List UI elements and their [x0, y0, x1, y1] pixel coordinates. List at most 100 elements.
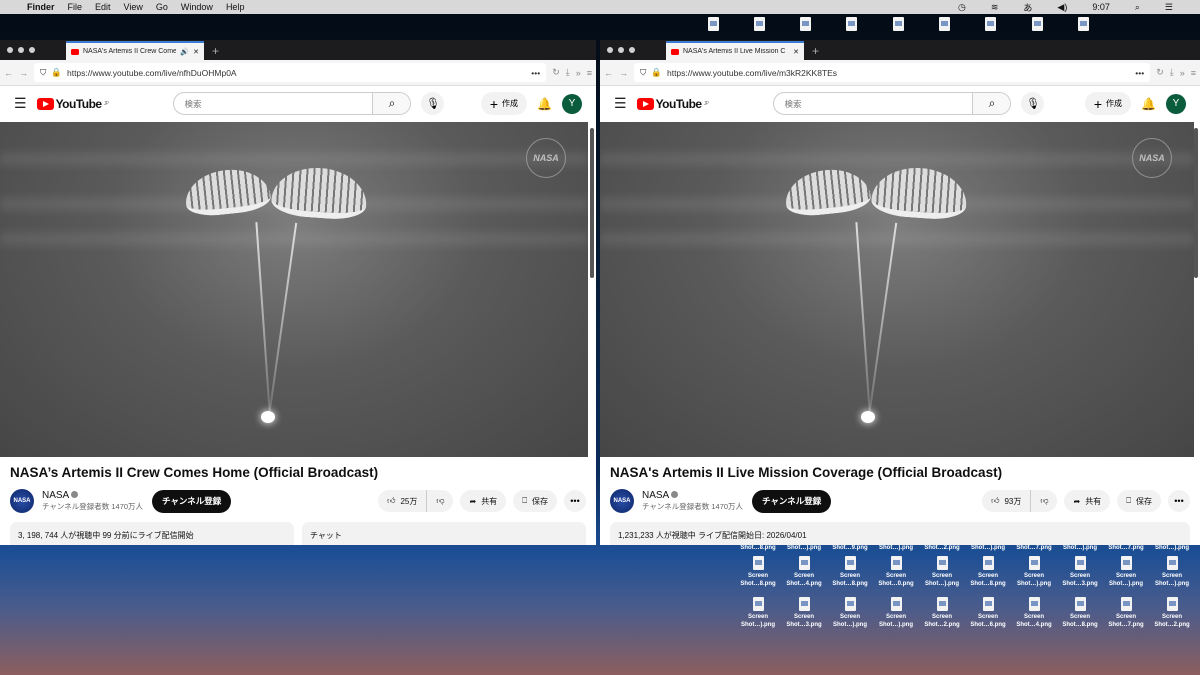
desktop-file-icon[interactable]: [1017, 17, 1057, 33]
desktop-file-icon[interactable]: Screen Shot…7.png: [1106, 597, 1146, 629]
chat-panel[interactable]: チャット: [302, 522, 586, 545]
desktop-file-icon[interactable]: [925, 17, 965, 33]
dislike-button[interactable]: 👎︎: [1031, 490, 1058, 512]
notifications-icon[interactable]: 🔔: [537, 97, 552, 111]
desktop-file-icon[interactable]: [786, 17, 826, 33]
share-button[interactable]: ➦ 共有: [460, 490, 507, 512]
page-actions-icon[interactable]: •••: [1135, 68, 1144, 78]
page-actions-icon[interactable]: •••: [531, 68, 540, 78]
search-input[interactable]: 検索: [774, 98, 972, 110]
voice-search-icon[interactable]: 🎙: [421, 92, 445, 115]
hamburger-menu-icon[interactable]: ☰: [614, 95, 627, 112]
shield-icon[interactable]: ⛉: [40, 67, 46, 78]
youtube-logo[interactable]: YouTube JP: [36, 97, 109, 111]
subscribe-button[interactable]: チャンネル登録: [152, 489, 232, 513]
desktop-file-icon[interactable]: Screen Shot…6.png: [968, 597, 1008, 629]
desktop-file-icon[interactable]: Screen Shot…2.png: [1152, 597, 1192, 629]
forward-icon[interactable]: →: [19, 68, 28, 78]
desktop-file-icon[interactable]: [1063, 17, 1103, 33]
create-button[interactable]: + 作成: [480, 92, 528, 115]
menu-go[interactable]: Go: [156, 2, 168, 12]
forward-icon[interactable]: →: [619, 68, 628, 78]
tab-close-icon[interactable]: ✕: [193, 48, 199, 56]
new-tab-button[interactable]: +: [812, 44, 819, 58]
control-center-icon[interactable]: ☰: [1165, 2, 1173, 13]
tab-close-icon[interactable]: ✕: [793, 48, 799, 56]
browser-tab[interactable]: NASA's Artemis II Live Mission Coverage …: [666, 41, 804, 60]
tab-audio-icon[interactable]: 🔊: [180, 48, 189, 56]
clock[interactable]: 9:07: [1092, 2, 1110, 12]
desktop-file-icon[interactable]: [878, 17, 918, 33]
search-icon[interactable]: ⌕: [972, 93, 1011, 114]
desktop-file-icon[interactable]: Screen Shot…4.png: [784, 556, 824, 588]
app-menu-icon[interactable]: ≡: [1191, 68, 1196, 78]
menu-view[interactable]: View: [124, 2, 143, 12]
avatar[interactable]: Y: [562, 93, 582, 114]
desktop-file-icon[interactable]: Screen Shot…).png: [922, 556, 962, 588]
youtube-logo[interactable]: YouTube JP: [636, 97, 709, 111]
notifications-icon[interactable]: 🔔: [1141, 97, 1156, 111]
menu-edit[interactable]: Edit: [95, 2, 111, 12]
create-button[interactable]: + 作成: [1084, 92, 1132, 115]
desktop-file-icon[interactable]: Screen Shot…8.png: [738, 556, 778, 588]
search-box[interactable]: 検索 ⌕: [173, 92, 412, 115]
spotlight-icon[interactable]: ⌕: [1135, 2, 1140, 13]
desktop-file-icon[interactable]: Screen Shot…8.png: [968, 556, 1008, 588]
menu-help[interactable]: Help: [226, 2, 245, 12]
window-controls[interactable]: [607, 47, 635, 53]
save-button[interactable]: ⎕ 保存: [513, 490, 557, 512]
desktop-file-icon[interactable]: Screen Shot…).png: [738, 597, 778, 629]
desktop-file-icon[interactable]: Screen Shot…4.png: [1014, 597, 1054, 629]
video-player[interactable]: NASA: [600, 122, 1194, 457]
url-field[interactable]: ⛉ 🔒 https://www.youtube.com/live/nfhDuOH…: [34, 63, 547, 82]
desktop-file-icon[interactable]: Screen Shot…).png: [1152, 556, 1192, 588]
reload-icon[interactable]: ↻: [552, 67, 560, 78]
back-icon[interactable]: ←: [604, 68, 613, 78]
back-icon[interactable]: ←: [4, 68, 13, 78]
app-menu-icon[interactable]: ≡: [587, 68, 592, 78]
reload-icon[interactable]: ↻: [1156, 67, 1164, 78]
more-actions-button[interactable]: •••: [564, 490, 586, 512]
desktop-file-icon[interactable]: [739, 17, 779, 33]
overflow-icon[interactable]: »: [576, 68, 581, 78]
time-machine-icon[interactable]: ◷: [958, 2, 966, 13]
save-button[interactable]: ⎕ 保存: [1117, 490, 1161, 512]
menu-finder[interactable]: Finder: [27, 2, 55, 12]
more-actions-button[interactable]: •••: [1168, 490, 1190, 512]
like-button[interactable]: 👍︎ 25万: [378, 490, 428, 512]
new-tab-button[interactable]: +: [212, 44, 219, 58]
desktop-file-icon[interactable]: Screen Shot…2.png: [922, 597, 962, 629]
like-button[interactable]: 👍︎ 93万: [982, 490, 1032, 512]
url-field[interactable]: ⛉ 🔒 https://www.youtube.com/live/m3kR2KK…: [634, 63, 1151, 82]
scrollbar[interactable]: [1194, 128, 1198, 278]
search-icon[interactable]: ⌕: [372, 93, 411, 114]
lock-icon[interactable]: 🔒: [51, 67, 62, 78]
scrollbar[interactable]: [590, 128, 594, 278]
hamburger-menu-icon[interactable]: ☰: [14, 95, 27, 112]
dislike-button[interactable]: 👎︎: [427, 490, 454, 512]
description-box[interactable]: 1,231,233 人が視聴中 ライブ配信開始日: 2026/04/01: [610, 522, 1190, 545]
share-button[interactable]: ➦ 共有: [1064, 490, 1111, 512]
lock-icon[interactable]: 🔒: [651, 67, 662, 78]
input-method-icon[interactable]: あ: [1023, 1, 1032, 14]
description-box[interactable]: 3, 198, 744 人が視聴中 99 分前にライブ配信開始: [10, 522, 294, 545]
voice-search-icon[interactable]: 🎙: [1021, 92, 1045, 115]
desktop-file-icon[interactable]: Screen Shot…).png: [876, 597, 916, 629]
browser-tab[interactable]: NASA's Artemis II Crew Comes Home (Offic…: [66, 41, 204, 60]
desktop-file-icon[interactable]: [971, 17, 1011, 33]
download-icon[interactable]: ⤓: [566, 67, 570, 78]
menu-window[interactable]: Window: [181, 2, 213, 12]
avatar[interactable]: Y: [1166, 93, 1186, 114]
desktop-file-icon[interactable]: Screen Shot…3.png: [784, 597, 824, 629]
desktop-file-icon[interactable]: Screen Shot…).png: [1106, 556, 1146, 588]
subscribe-button[interactable]: チャンネル登録: [752, 489, 832, 513]
desktop-file-icon[interactable]: Screen Shot…).png: [1014, 556, 1054, 588]
desktop-file-icon[interactable]: Screen Shot…0.png: [876, 556, 916, 588]
channel-name[interactable]: NASA: [642, 490, 669, 501]
video-player[interactable]: NASA: [0, 122, 588, 457]
desktop-file-icon[interactable]: Screen Shot…8.png: [830, 556, 870, 588]
desktop-file-icon[interactable]: [693, 17, 733, 33]
download-icon[interactable]: ⤓: [1170, 67, 1174, 78]
search-input[interactable]: 検索: [174, 98, 372, 110]
desktop-file-icon[interactable]: [832, 17, 872, 33]
